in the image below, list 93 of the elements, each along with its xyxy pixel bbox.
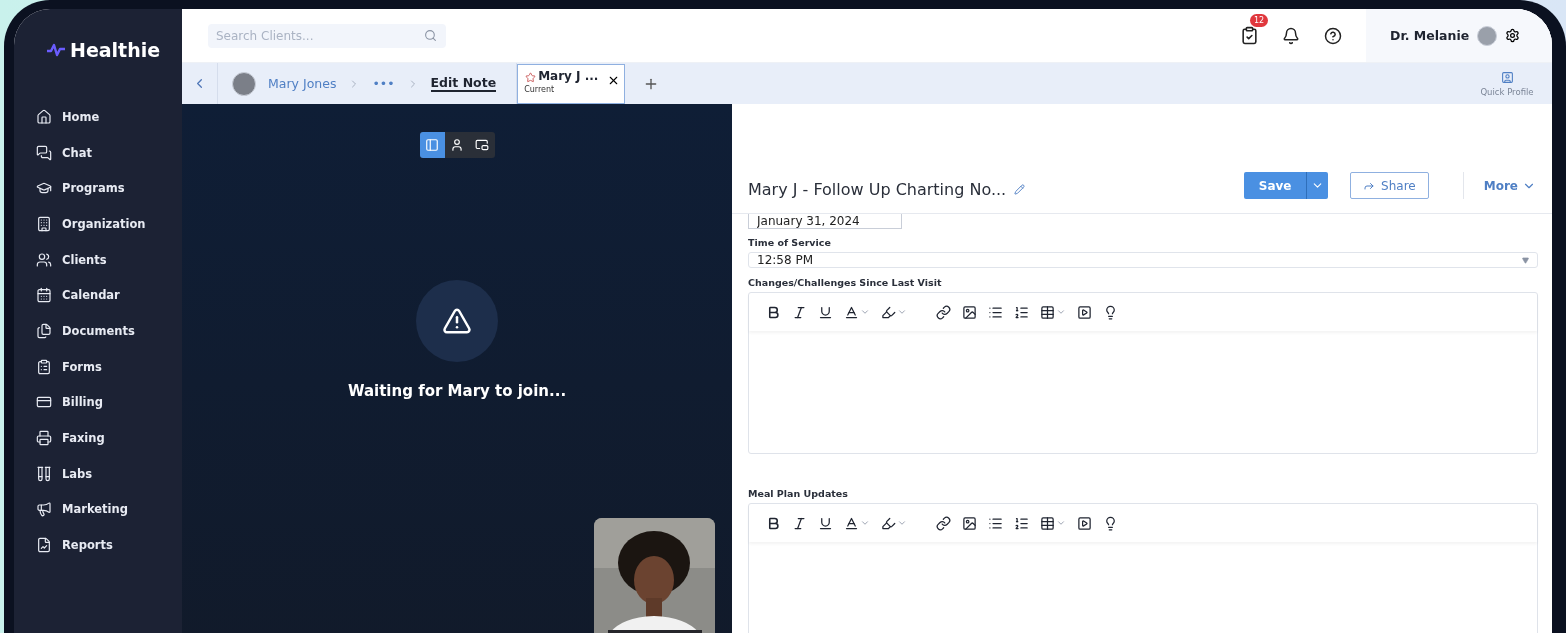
documents-icon: [36, 322, 52, 339]
note-title: Mary J - Follow Up Charting No...: [748, 180, 1007, 199]
numbered-list-icon: [1014, 515, 1029, 531]
more-button[interactable]: More: [1462, 172, 1536, 199]
highlighter-icon: [881, 515, 896, 531]
profile-icon: [1500, 70, 1514, 84]
bullet-list-icon: [988, 304, 1003, 320]
caret-icon: [897, 518, 907, 528]
image-icon: [962, 515, 977, 531]
field-label: Changes/Challenges Since Last Visit: [748, 277, 943, 288]
calendar-icon: [36, 287, 52, 304]
lightbulb-icon: [1103, 304, 1118, 320]
sidebar-item[interactable]: Documents: [36, 313, 182, 349]
table-icon: [1040, 304, 1055, 320]
waiting-message: Waiting for Mary to join...: [347, 382, 567, 400]
sidebar-item[interactable]: Programs: [36, 170, 182, 207]
marketing-icon: [36, 501, 52, 518]
sidebar-item[interactable]: Clients: [36, 241, 182, 278]
user-avatar: [1477, 25, 1498, 46]
link-icon: [936, 304, 951, 320]
highlighter-icon: [881, 304, 896, 320]
faxing-icon: [36, 430, 52, 447]
logo-text: Healthie: [70, 39, 161, 61]
lightbulb-icon: [1103, 515, 1118, 531]
caret-icon: [1056, 518, 1066, 528]
labs-icon: [36, 465, 52, 482]
sidebar-item[interactable]: Calendar: [36, 277, 182, 314]
bullet-list-icon: [988, 515, 1003, 531]
caret-icon: [897, 307, 907, 317]
caret-icon: [860, 307, 870, 317]
underline-icon: [818, 304, 833, 320]
table-icon: [1040, 515, 1055, 531]
edit-icon[interactable]: [1014, 184, 1026, 195]
dropdown-arrow-icon: [1522, 256, 1529, 264]
save-options-button[interactable]: [1306, 172, 1329, 199]
sidebar-item[interactable]: Organization: [36, 206, 182, 242]
chat-icon: [36, 144, 52, 161]
tasks-button[interactable]: [1239, 26, 1259, 45]
star-icon: [525, 72, 537, 83]
client-avatar: [232, 71, 256, 96]
italic-icon: [792, 304, 807, 320]
user-name: Dr. Melanie: [1390, 28, 1470, 43]
caret-icon: [860, 518, 870, 528]
share-button[interactable]: Share: [1350, 172, 1429, 199]
clients-icon: [36, 251, 52, 268]
quick-profile-label: Quick Profile: [1480, 86, 1534, 97]
field-label: Meal Plan Updates: [748, 488, 849, 499]
caret-icon: [1056, 307, 1066, 317]
help-icon[interactable]: [1324, 26, 1342, 45]
field-label: Time of Service: [748, 237, 832, 248]
italic-icon: [792, 515, 807, 531]
task-count-badge: 12: [1250, 14, 1269, 27]
organization-icon: [36, 215, 52, 232]
tab-title: Mary J ...: [538, 69, 599, 83]
sidebar-item[interactable]: Billing: [36, 384, 182, 421]
settings-icon[interactable]: [1505, 28, 1521, 43]
link-icon: [936, 515, 951, 531]
reports-icon: [36, 537, 52, 554]
date-field[interactable]: January 31, 2024: [748, 214, 902, 229]
play-icon: [1077, 304, 1092, 320]
sidebar-item[interactable]: Reports: [36, 527, 182, 563]
time-value: 12:58 PM: [757, 253, 813, 267]
notifications-icon[interactable]: [1282, 26, 1300, 45]
text-color-icon: [844, 515, 859, 531]
sidebar-item[interactable]: Marketing: [36, 491, 182, 528]
warning-icon: [442, 306, 472, 336]
sidebar-item[interactable]: Chat: [36, 134, 182, 171]
image-icon: [962, 304, 977, 320]
breadcrumb-link[interactable]: Edit Note: [430, 75, 497, 92]
time-select[interactable]: 12:58 PM: [748, 252, 1538, 268]
numbered-list-icon: [1014, 304, 1029, 320]
home-icon: [36, 108, 52, 125]
sidebar-item[interactable]: Faxing: [36, 420, 182, 456]
note-tab[interactable]: Mary J ... Current: [517, 64, 626, 104]
breadcrumb-link[interactable]: Mary Jones: [268, 76, 337, 91]
tab-subtitle: Current: [524, 85, 556, 94]
sidebar-item[interactable]: Forms: [36, 348, 182, 385]
sidebar-item[interactable]: Labs: [36, 455, 182, 492]
bold-icon: [766, 515, 781, 531]
split-layout-icon: [425, 138, 439, 152]
search-field[interactable]: Search Clients...: [208, 23, 446, 48]
speaker-layout-icon: [450, 138, 464, 152]
text-color-icon: [844, 304, 859, 320]
clipboard-check-icon: [1239, 26, 1259, 45]
pip-layout-icon: [475, 138, 489, 152]
pulse-logo-icon: [46, 43, 66, 57]
underline-icon: [818, 515, 833, 531]
bold-icon: [766, 304, 781, 320]
split-layout-button[interactable]: [419, 132, 445, 158]
forms-icon: [36, 358, 52, 375]
play-icon: [1077, 515, 1092, 531]
sidebar-item[interactable]: Home: [36, 99, 182, 135]
search-icon: [424, 29, 437, 42]
